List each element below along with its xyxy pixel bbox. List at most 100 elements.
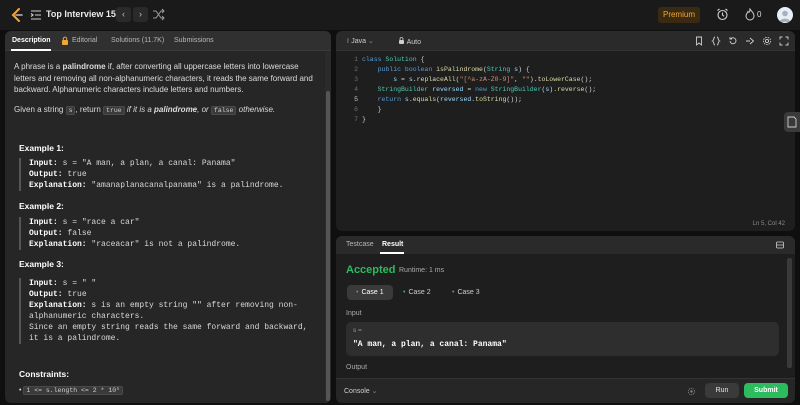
label: Input: — [29, 279, 58, 288]
description-tabs: Description Editorial Solutions (11.7K) … — [5, 31, 331, 51]
tab-solutions[interactable]: Solutions (11.7K) — [111, 37, 164, 44]
example-2-title: Example 2: — [19, 201, 64, 211]
case-label: Case 2 — [408, 289, 431, 296]
value: "raceacar" is not a palindrome. — [86, 240, 241, 249]
value: false — [62, 229, 92, 238]
language-label: Java — [351, 38, 367, 45]
line-number: 1 — [354, 56, 358, 63]
text: Given a string — [14, 104, 66, 114]
shuffle-icon[interactable] — [152, 8, 165, 21]
case-label: Case 1 — [361, 289, 384, 296]
submit-button[interactable]: Submit — [744, 383, 788, 398]
prev-problem-button[interactable]: ‹ — [116, 7, 131, 22]
line-number: 6 — [354, 106, 358, 113]
tab-description[interactable]: Description — [12, 37, 51, 44]
bookmark-icon[interactable] — [694, 36, 704, 46]
leetcode-logo-icon[interactable] — [10, 8, 24, 22]
example-explanation-2: Since an empty string reads the same for… — [29, 323, 308, 343]
run-button[interactable]: Run — [705, 383, 739, 398]
streak-count: 0 — [757, 10, 762, 19]
shortcut-icon[interactable] — [745, 36, 755, 46]
lock-icon — [399, 37, 404, 44]
example-output: Output: true — [29, 169, 319, 180]
chevron-down-icon: ⌄ — [369, 388, 378, 395]
tab-result[interactable]: Result — [382, 241, 403, 248]
reset-icon[interactable] — [728, 36, 738, 46]
active-result-tab-indicator — [380, 252, 404, 254]
value: s = " " — [57, 279, 97, 288]
chevron-down-icon: ⌄ — [366, 38, 374, 45]
note-panel-toggle[interactable] — [784, 112, 800, 132]
case-tab-3[interactable]: • Case 3 — [443, 285, 489, 300]
line-number: 5 — [354, 96, 358, 103]
label: Explanation: — [29, 181, 87, 190]
debug-icon[interactable] — [687, 387, 696, 396]
tab-editorial[interactable]: Editorial — [72, 37, 97, 44]
inline-code: true — [103, 105, 125, 115]
problem-paragraph-2: Given a string s, return true if it is a… — [14, 104, 316, 117]
example-explanation: Explanation: "raceacar" is not a palindr… — [29, 239, 319, 250]
lock-icon — [62, 36, 68, 45]
value: s = "A man, a plan, a canal: Panama" — [57, 159, 236, 168]
line-number: 3 — [354, 76, 358, 83]
note-icon — [787, 116, 797, 128]
avatar[interactable] — [777, 7, 793, 23]
console-label: Console — [344, 388, 370, 395]
auto-mode-toggle[interactable]: Auto — [398, 37, 421, 46]
mode-label: Auto — [406, 39, 421, 46]
value: s = "race a car" — [57, 218, 140, 227]
example-3-title: Example 3: — [19, 259, 64, 269]
minimize-icon[interactable] — [776, 241, 784, 249]
timer-icon[interactable] — [716, 8, 729, 21]
language-select[interactable]: ℓ Java ⌄ — [347, 37, 374, 45]
study-plan-title[interactable]: Top Interview 150 — [46, 9, 121, 19]
streak-flame-icon[interactable] — [744, 8, 756, 21]
text-bold: palindrome — [154, 104, 198, 114]
text: , return — [75, 104, 104, 114]
runtime-value: Runtime: 1 ms — [399, 267, 445, 274]
inline-code: s — [65, 105, 76, 115]
result-scrollbar[interactable] — [787, 258, 792, 368]
next-problem-button[interactable]: › — [133, 7, 148, 22]
line-numbers: 1 2 3 4 5 6 7 — [336, 55, 358, 125]
value: true — [62, 170, 87, 179]
case-tab-2[interactable]: • Case 2 — [394, 285, 440, 300]
label: Input: — [29, 218, 58, 227]
result-status: Accepted — [346, 264, 396, 276]
value: true — [62, 290, 87, 299]
line-number: 4 — [354, 86, 358, 93]
example-input: Input: s = " " — [29, 278, 315, 289]
tab-submissions[interactable]: Submissions — [174, 37, 214, 44]
case-label: Case 3 — [457, 289, 480, 296]
premium-button[interactable]: Premium — [658, 7, 700, 23]
code-area[interactable]: class Solution { public boolean isPalind… — [362, 55, 596, 125]
input-value: "A man, a plan, a canal: Panama" — [353, 340, 507, 349]
input-label: Input — [346, 310, 362, 317]
line-number: 2 — [354, 66, 358, 73]
case-pass-dot: • — [356, 289, 359, 296]
case-tab-1[interactable]: • Case 1 — [347, 285, 393, 300]
braces-icon[interactable] — [711, 36, 721, 46]
value: "amanaplanacanalpanama" is a palindrome. — [86, 181, 284, 190]
tab-testcase[interactable]: Testcase — [346, 241, 374, 248]
example-1-block: Input: s = "A man, a plan, a canal: Pana… — [19, 158, 319, 191]
label: Output: — [29, 170, 63, 179]
input-box: s = "A man, a plan, a canal: Panama" — [346, 322, 779, 356]
example-output: Output: true — [29, 289, 315, 300]
console-toggle[interactable]: Console ⌄ — [344, 387, 378, 395]
result-footer: Console ⌄ Run Submit — [336, 378, 795, 403]
cursor-position: Ln 5, Col 42 — [752, 221, 785, 227]
result-panel: Testcase Result Accepted Runtime: 1 ms •… — [336, 236, 795, 403]
settings-icon[interactable] — [762, 36, 772, 46]
text-italic: otherwise. — [236, 104, 276, 114]
case-pass-dot: • — [403, 289, 406, 296]
text-italic: , or — [197, 104, 211, 114]
problem-list-icon[interactable] — [30, 9, 42, 21]
fullscreen-icon[interactable] — [779, 36, 789, 46]
problem-paragraph-1: A phrase is a palindrome if, after conve… — [14, 61, 316, 96]
example-explanation: Explanation: "amanaplanacanalpanama" is … — [29, 180, 319, 191]
constraint-item-1: • 1 <= s.length <= 2 * 10⁵ — [19, 386, 124, 395]
description-scroll-thumb[interactable] — [326, 91, 330, 401]
line-number: 7 — [354, 116, 358, 123]
example-explanation: Explanation: s is an empty string "" aft… — [29, 300, 315, 322]
